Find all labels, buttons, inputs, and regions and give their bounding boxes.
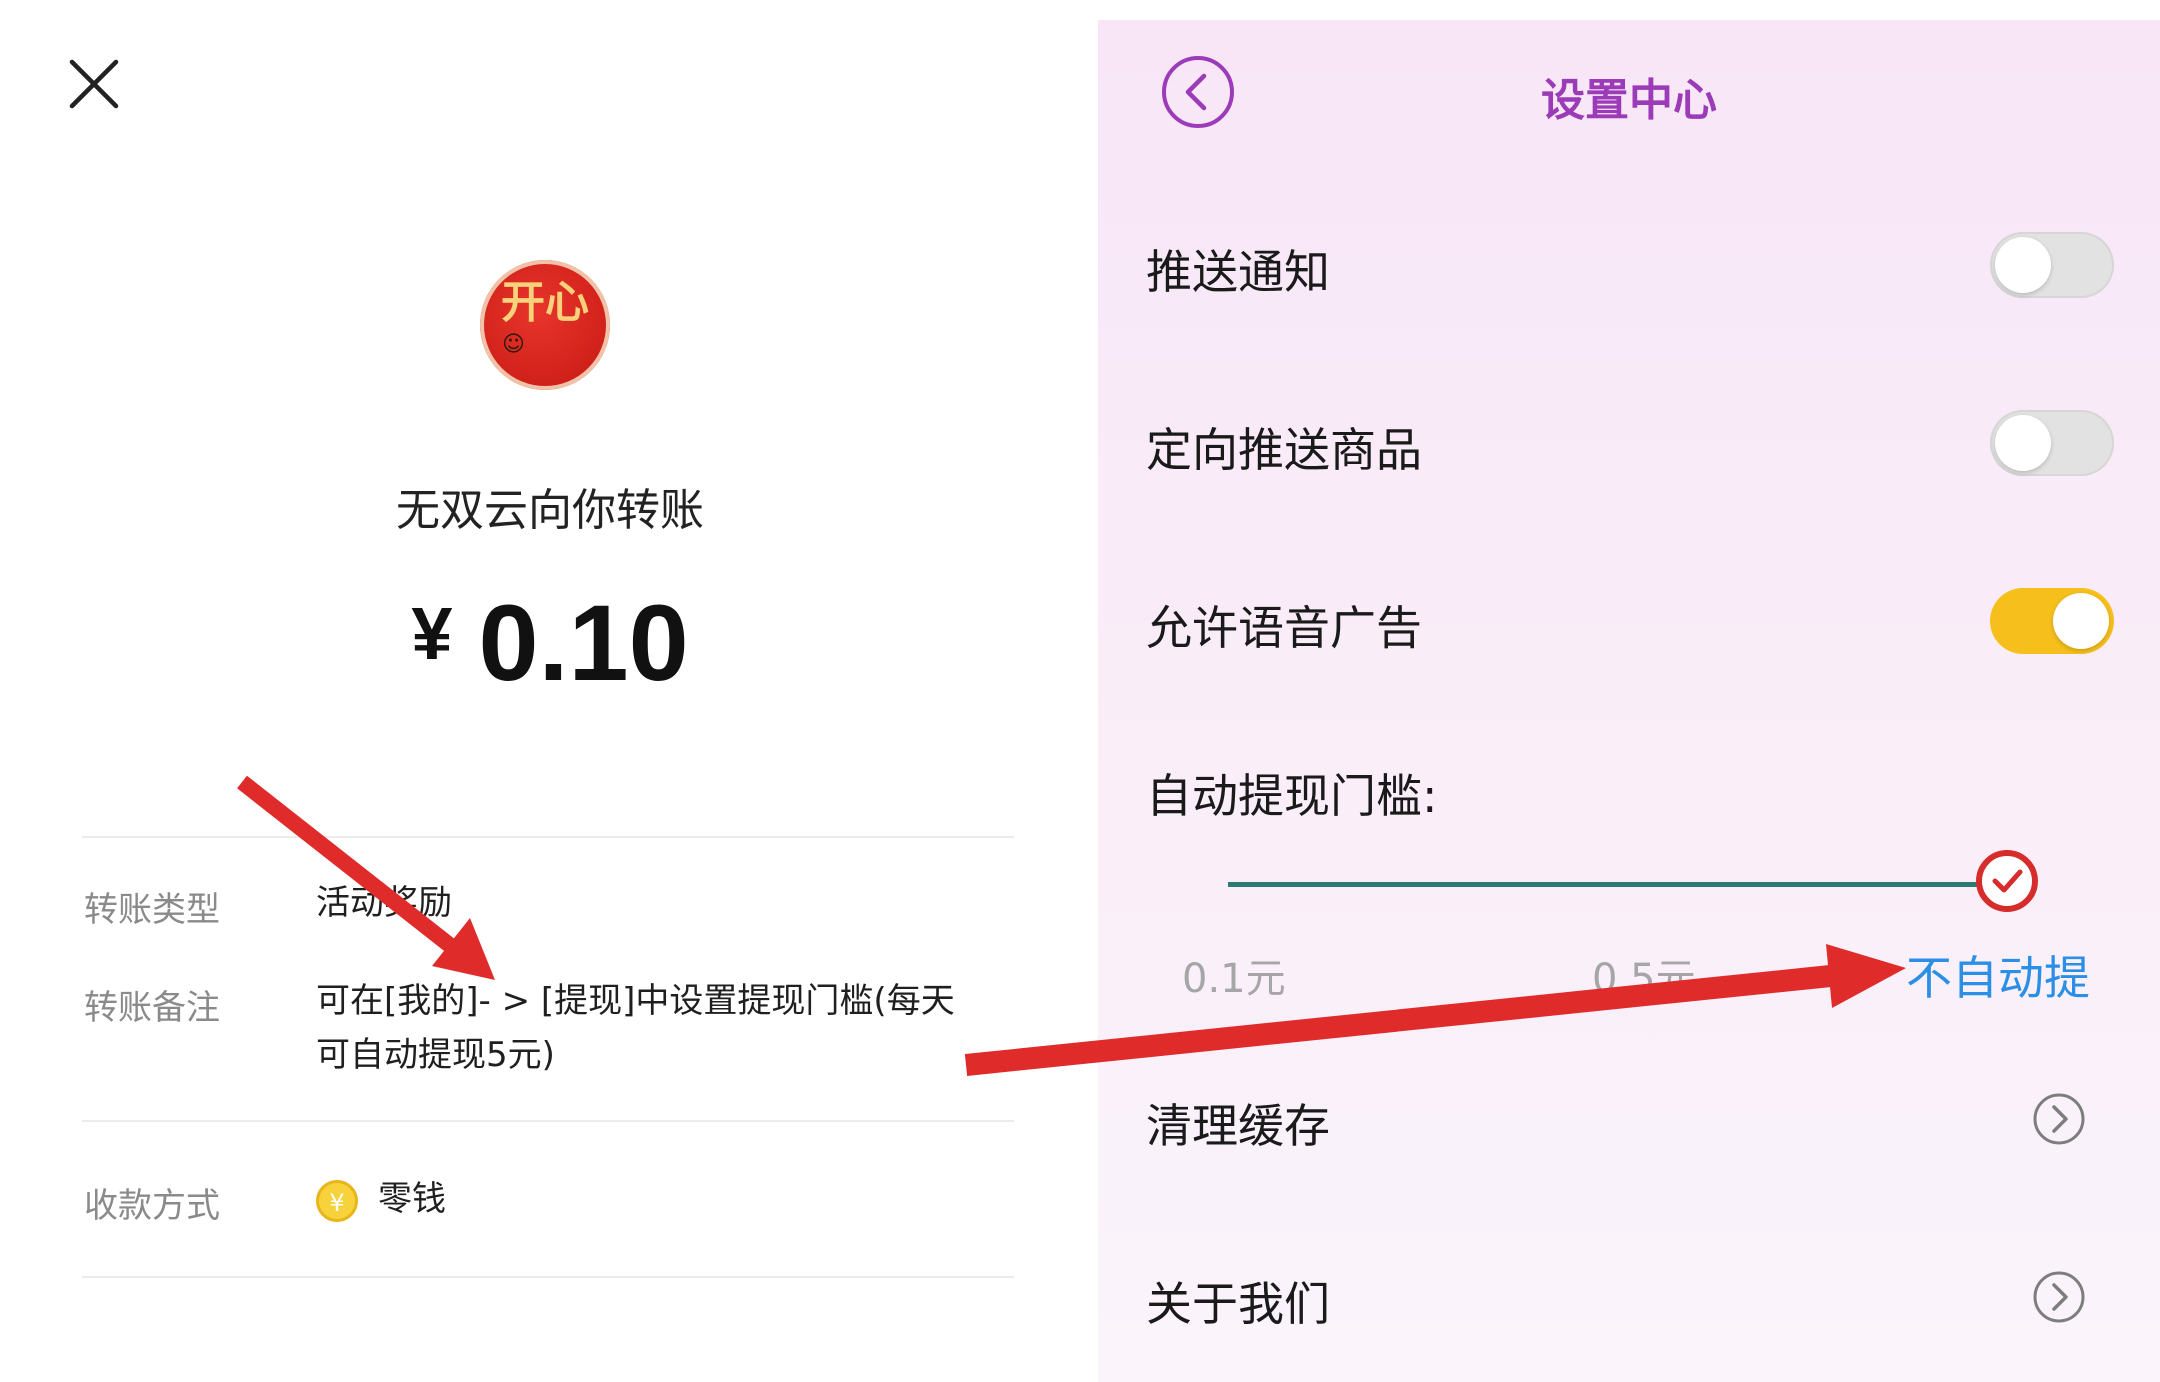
transfer-detail-panel: 开心 ☺ 无双云向你转账 ¥0.10 转账类型 活动奖励 转账备注 可在[我的]… [0, 0, 1070, 1362]
transfer-amount: ¥0.10 [0, 580, 1100, 705]
threshold-option-0.5[interactable]: 0.5元 [1592, 946, 1696, 1004]
chevron-right-icon[interactable] [2032, 1270, 2086, 1324]
threshold-slider-thumb[interactable] [1976, 850, 2038, 912]
threshold-option-none[interactable]: 不自动提 [1906, 942, 2090, 1008]
push-notification-label: 推送通知 [1146, 245, 1330, 299]
transfer-type-label: 转账类型 [84, 890, 220, 930]
smile-icon: ☺ [502, 332, 525, 357]
transfer-note-value: 可在[我的]- > [提现]中设置提现门槛(每天可自动提现5元) [316, 981, 955, 1075]
threshold-option-0.1[interactable]: 0.1元 [1182, 946, 1286, 1004]
divider [82, 1120, 1014, 1122]
avatar-text: 开心 [501, 277, 589, 328]
voice-ads-toggle[interactable] [1990, 588, 2114, 654]
divider [82, 836, 1014, 838]
clear-cache-label[interactable]: 清理缓存 [1146, 1090, 1330, 1156]
yuan-coin-icon: ¥ [316, 1179, 358, 1222]
targeted-push-label: 定向推送商品 [1146, 423, 1422, 477]
chevron-right-icon[interactable] [2032, 1092, 2086, 1146]
threshold-slider-track[interactable] [1228, 882, 2028, 887]
push-notification-toggle[interactable] [1990, 232, 2114, 298]
check-icon [1992, 869, 2023, 893]
settings-panel: 设置中心 推送通知 定向推送商品 允许语音广告 自动提现门槛: 0.1元 0.5… [1098, 20, 2160, 1382]
about-us-label[interactable]: 关于我们 [1146, 1268, 1330, 1334]
currency-symbol: ¥ [411, 592, 453, 676]
transfer-title: 无双云向你转账 [396, 485, 704, 536]
amount-value: 0.10 [478, 582, 689, 703]
divider [82, 1276, 1014, 1278]
payment-method-label: 收款方式 [84, 1186, 220, 1226]
page-title: 设置中心 [1541, 75, 1717, 126]
sender-avatar: 开心 ☺ [480, 260, 610, 390]
auto-withdraw-threshold-label: 自动提现门槛: [1146, 769, 1438, 823]
payment-method: ¥ 零钱 [316, 1172, 986, 1226]
toggle-knob [2053, 593, 2109, 649]
close-icon[interactable] [62, 52, 126, 116]
transfer-type-value: 活动奖励 [316, 883, 452, 923]
payment-method-value: 零钱 [378, 1179, 446, 1219]
transfer-note-label: 转账备注 [84, 988, 220, 1028]
toggle-knob [1995, 237, 2051, 293]
toggle-knob [1995, 415, 2051, 471]
targeted-push-toggle[interactable] [1990, 410, 2114, 476]
voice-ads-label: 允许语音广告 [1146, 601, 1422, 655]
